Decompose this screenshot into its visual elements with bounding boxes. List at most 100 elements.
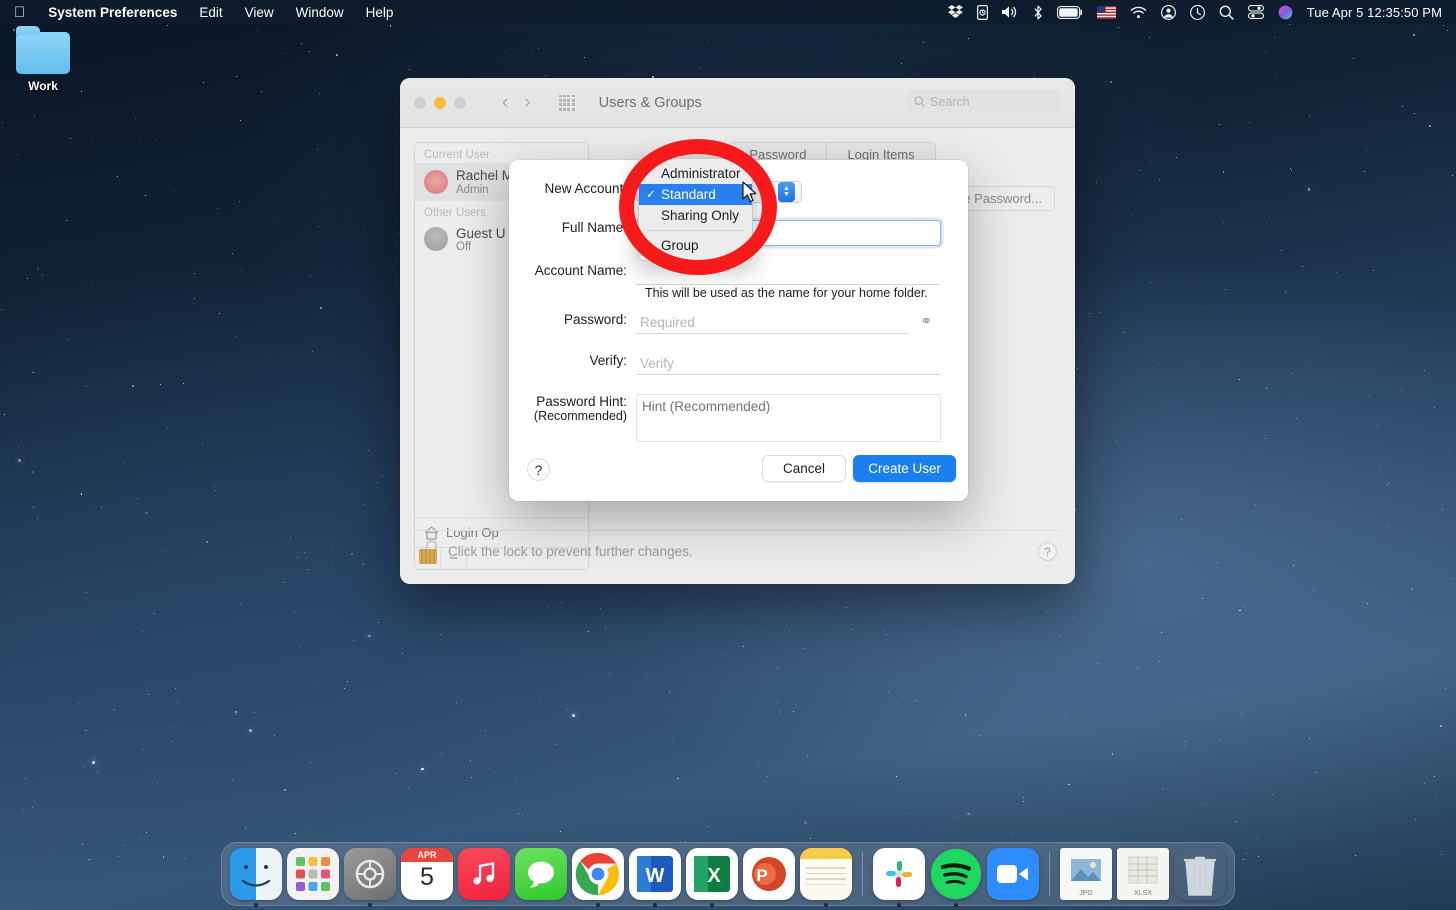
dock-item-messages[interactable] (515, 848, 567, 900)
chevron-right-icon[interactable]: › (524, 92, 530, 114)
menu-bar-status-area: Tue Apr 5 12:35:50 PM (948, 3, 1446, 21)
user-name: Rachel M (456, 168, 513, 183)
dock-item-slack[interactable] (873, 848, 925, 900)
menu-option-label: Sharing Only (661, 208, 739, 223)
running-indicator (710, 903, 714, 907)
siri-icon[interactable] (1278, 3, 1293, 21)
dock: APR 5 W X (221, 842, 1235, 906)
dock-item-music[interactable] (458, 848, 510, 900)
running-indicator (897, 903, 901, 907)
menu-item-system-preferences[interactable]: System Preferences (37, 5, 188, 20)
account-name-note: This will be used as the name for your h… (645, 286, 928, 300)
cancel-button[interactable]: Cancel (762, 455, 846, 482)
arrow-cursor (742, 181, 758, 209)
chevron-left-icon[interactable]: ‹ (502, 92, 508, 114)
time-machine-icon[interactable] (977, 3, 988, 21)
dock-item-zoom[interactable] (987, 848, 1039, 900)
search-input[interactable]: Search (906, 90, 1061, 113)
menu-item-window[interactable]: Window (285, 5, 355, 20)
running-indicator (954, 903, 958, 907)
account-name-input[interactable] (636, 263, 941, 285)
close-button[interactable] (414, 97, 426, 109)
password-input[interactable] (636, 312, 908, 334)
dock-item-finder[interactable] (230, 848, 282, 900)
apple-icon[interactable]:  (14, 5, 25, 20)
password-hint-sublabel: (Recommended) (509, 409, 627, 423)
row-account-name: Account Name: (509, 263, 941, 285)
password-hint-label-main: Password Hint: (536, 394, 627, 409)
verify-label: Verify: (509, 353, 636, 368)
menu-separator (647, 230, 744, 231)
running-indicator (653, 903, 657, 907)
file-type-label: JPG (1079, 890, 1093, 897)
menu-item-edit[interactable]: Edit (188, 5, 233, 20)
running-indicator (368, 903, 372, 907)
traffic-lights (414, 97, 466, 109)
dock-item-trash[interactable] (1174, 848, 1226, 900)
dock-item-powerpoint[interactable]: P (743, 848, 795, 900)
clock-history-icon[interactable] (1190, 3, 1205, 21)
menu-option-administrator[interactable]: Administrator (639, 163, 752, 184)
dock-item-excel[interactable]: X (686, 848, 738, 900)
running-indicator (254, 903, 258, 907)
search-icon (914, 96, 925, 107)
user-name: Guest U (456, 226, 506, 241)
zoom-button[interactable] (454, 97, 466, 109)
search-icon[interactable] (1219, 3, 1234, 21)
key-icon[interactable]: ⚭ (920, 312, 933, 330)
dock-item-word[interactable]: W (629, 848, 681, 900)
menu-option-label: Administrator (661, 166, 741, 181)
verify-input[interactable] (636, 353, 941, 375)
menu-bar:  System Preferences Edit View Window He… (0, 0, 1456, 24)
page-title: Users & Groups (599, 95, 702, 111)
bluetooth-icon[interactable] (1033, 3, 1043, 21)
dock-separator-2 (1049, 852, 1050, 896)
password-hint-label: Password Hint: (Recommended) (509, 394, 636, 423)
menu-bar-clock[interactable]: Tue Apr 5 12:35:50 PM (1307, 5, 1442, 20)
file-type-label: XLSX (1134, 890, 1152, 897)
unlocked-padlock-icon[interactable] (418, 540, 438, 564)
lock-text: Click the lock to prevent further change… (448, 544, 693, 559)
minimize-button[interactable] (434, 97, 446, 109)
menu-item-help[interactable]: Help (355, 5, 405, 20)
control-center-icon[interactable] (1248, 3, 1264, 21)
dropbox-icon[interactable] (948, 3, 963, 21)
svg-text:P: P (756, 866, 767, 885)
folder-icon (16, 32, 70, 74)
user-role: Off (456, 241, 506, 253)
desktop-icon-work[interactable]: Work (10, 32, 76, 93)
dock-item-spotify[interactable] (930, 848, 982, 900)
sheet-help-button[interactable]: ? (527, 458, 550, 481)
battery-icon[interactable] (1057, 3, 1083, 21)
help-button[interactable]: ? (1038, 542, 1057, 561)
search-placeholder: Search (930, 95, 970, 109)
calendar-day: 5 (420, 862, 434, 892)
svg-text:W: W (646, 865, 665, 887)
dock-item-calendar[interactable]: APR 5 (401, 848, 453, 900)
menu-option-sharing-only[interactable]: Sharing Only (639, 205, 752, 226)
dock-item-notes[interactable] (800, 848, 852, 900)
svg-text:X: X (707, 865, 721, 887)
dock-item-chrome[interactable] (572, 848, 624, 900)
wifi-icon[interactable] (1130, 3, 1147, 21)
notes-lines (800, 859, 852, 893)
password-hint-input[interactable] (636, 394, 941, 442)
input-flag-icon[interactable] (1097, 3, 1116, 21)
dock-item-launchpad[interactable] (287, 848, 339, 900)
menu-option-label: Standard (661, 187, 716, 202)
lock-bar: Click the lock to prevent further change… (414, 530, 1061, 572)
menu-item-view[interactable]: View (234, 5, 285, 20)
show-all-grid-icon[interactable] (559, 95, 575, 111)
dock-item-system-preferences[interactable] (344, 848, 396, 900)
create-user-button[interactable]: Create User (853, 455, 956, 482)
menu-option-standard[interactable]: ✓ Standard (639, 184, 752, 205)
dock-item-xlsx-file[interactable]: XLSX (1117, 848, 1169, 900)
dock-separator-1 (862, 852, 863, 896)
menu-option-group[interactable]: Group (639, 235, 752, 256)
user-account-icon[interactable] (1161, 3, 1176, 21)
volume-icon[interactable] (1002, 3, 1019, 21)
dock-item-jpg-file[interactable]: JPG (1060, 848, 1112, 900)
account-type-dropdown-menu: Administrator ✓ Standard Sharing Only Gr… (638, 158, 753, 261)
avatar (424, 227, 448, 251)
menu-option-label: Group (661, 238, 699, 253)
